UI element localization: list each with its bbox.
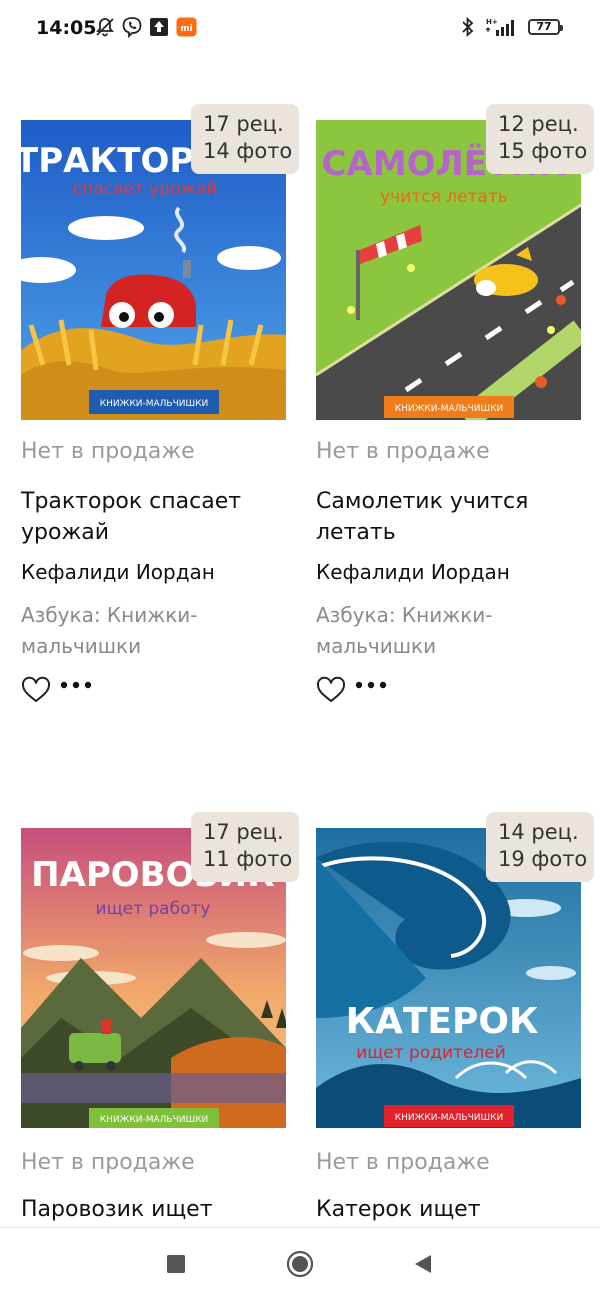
photos-count: 19 фото: [498, 847, 588, 871]
cover-title: КАТЕРОК: [346, 1001, 539, 1042]
book-series[interactable]: Азбука: Книжки-мальчишки: [21, 600, 281, 662]
photos-count: 14 фото: [203, 139, 293, 163]
availability-status: Нет в продаже: [21, 1150, 195, 1175]
cover-series: КНИЖКИ-МАЛЬЧИШКИ: [395, 404, 503, 414]
stats-badge: 17 рец. 11 фото: [191, 812, 299, 882]
cover-subtitle: ищет родителей: [356, 1043, 506, 1063]
book-author[interactable]: Кефалиди Иордан: [21, 560, 215, 584]
upload-icon: [150, 18, 168, 36]
system-nav-bar: [0, 1227, 600, 1300]
book-title[interactable]: Тракторок спасает урожай: [21, 486, 281, 548]
viber-icon: [122, 17, 142, 38]
cover-subtitle: ищет работу: [96, 899, 211, 919]
square-icon: [167, 1255, 185, 1273]
availability-status: Нет в продаже: [316, 439, 490, 464]
muted-bell-icon: [96, 18, 114, 37]
stats-badge: 17 рец. 14 фото: [191, 104, 299, 174]
cover-series: КНИЖКИ-МАЛЬЧИШКИ: [100, 1115, 208, 1125]
more-dots-icon[interactable]: [354, 680, 390, 690]
book-title[interactable]: Паровозик ищет: [21, 1194, 281, 1225]
reviews-count: 14 рец.: [498, 820, 579, 844]
more-dots-icon[interactable]: [59, 680, 95, 690]
home-button[interactable]: [270, 1228, 330, 1300]
bluetooth-icon: [462, 16, 474, 38]
book-author[interactable]: Кефалиди Иордан: [316, 560, 510, 584]
cover-subtitle: спасает урожай: [73, 179, 217, 199]
signal-icon: H+: [485, 18, 514, 36]
status-time: 14:05: [36, 17, 97, 39]
book-series[interactable]: Азбука: Книжки-мальчишки: [316, 600, 576, 662]
status-bar: 14:05 mi H+ 77: [0, 0, 600, 56]
svg-text:mi: mi: [180, 24, 192, 34]
book-title[interactable]: Катерок ищет: [316, 1194, 576, 1225]
availability-status: Нет в продаже: [316, 1150, 490, 1175]
triangle-back-icon: [415, 1255, 431, 1273]
heart-outline-icon[interactable]: [316, 676, 346, 704]
availability-status: Нет в продаже: [21, 439, 195, 464]
circle-icon: [286, 1250, 314, 1278]
reviews-count: 17 рец.: [203, 112, 284, 136]
reviews-count: 12 рец.: [498, 112, 579, 136]
battery-indicator: 77: [528, 19, 563, 35]
cover-series: КНИЖКИ-МАЛЬЧИШКИ: [395, 1113, 503, 1123]
cover-series: КНИЖКИ-МАЛЬЧИШКИ: [100, 399, 208, 409]
mi-app-icon: mi: [176, 17, 197, 37]
book-title[interactable]: Самолетик учится летать: [316, 486, 576, 548]
reviews-count: 17 рец.: [203, 820, 284, 844]
back-button[interactable]: [393, 1228, 453, 1300]
photos-count: 15 фото: [498, 139, 588, 163]
recents-button[interactable]: [146, 1228, 206, 1300]
heart-outline-icon[interactable]: [21, 676, 51, 704]
stats-badge: 14 рец. 19 фото: [486, 812, 594, 882]
stats-badge: 12 рец. 15 фото: [486, 104, 594, 174]
photos-count: 11 фото: [203, 847, 293, 871]
cover-subtitle: учится летать: [380, 187, 508, 207]
svg-text:H+: H+: [486, 18, 498, 26]
